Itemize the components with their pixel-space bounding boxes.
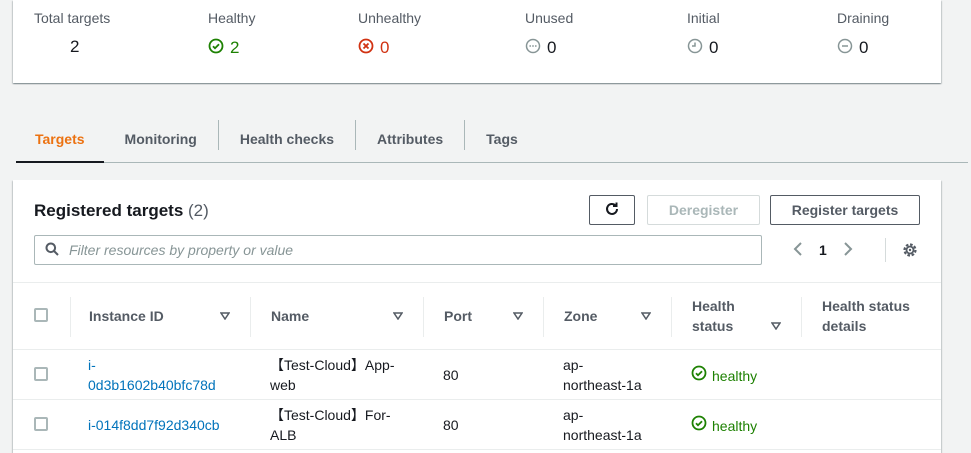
column-divider <box>801 297 802 337</box>
target-zone: ap- northeast-1a <box>563 355 642 395</box>
refresh-button[interactable] <box>589 195 635 225</box>
target-name-line2: web <box>270 377 296 393</box>
stat-unused-value: 0 <box>547 38 557 57</box>
sort-down-icon[interactable] <box>220 283 230 349</box>
column-details-line2: details <box>822 318 867 334</box>
registered-targets-count: (2) <box>188 201 209 220</box>
stat-unhealthy: Unhealthy 0 <box>358 10 421 58</box>
tab-tags[interactable]: Tags <box>465 116 539 162</box>
instance-id-line2: 0d3b1602b40bfc78d <box>88 377 216 393</box>
filter-search-input[interactable] <box>69 242 729 258</box>
sort-down-icon[interactable] <box>513 283 523 349</box>
row-checkbox[interactable] <box>34 417 48 431</box>
table-row[interactable]: i- 0d3b1602b40bfc78d 【Test-Cloud】App- we… <box>13 350 941 400</box>
register-targets-button[interactable]: Register targets <box>770 195 920 225</box>
stat-draining: Draining 0 <box>837 10 889 58</box>
chevron-right-icon[interactable] <box>843 241 853 260</box>
target-name: 【Test-Cloud】For- ALB <box>270 405 391 445</box>
health-status-text: healthy <box>712 417 758 434</box>
sort-down-icon[interactable] <box>641 283 651 349</box>
column-health-status-line2: status <box>692 318 734 334</box>
clock-icon <box>687 38 703 58</box>
tab-bar: Targets Monitoring Health checks Attribu… <box>16 116 968 163</box>
stat-initial-value: 0 <box>709 38 719 57</box>
target-zone: ap- northeast-1a <box>563 405 642 445</box>
page-number[interactable]: 1 <box>819 242 827 258</box>
table-header: Instance ID Name Port Zone Health status… <box>13 282 941 350</box>
target-name-line2: ALB <box>270 427 297 443</box>
target-port: 80 <box>443 417 459 433</box>
column-zone[interactable]: Zone <box>564 283 597 349</box>
tab-monitoring[interactable]: Monitoring <box>104 116 218 162</box>
column-divider <box>543 297 544 337</box>
select-all-checkbox[interactable] <box>34 308 48 322</box>
column-health-status[interactable]: Health status <box>692 283 735 349</box>
stat-draining-label: Draining <box>837 10 890 26</box>
health-status-text: healthy <box>712 367 758 384</box>
row-checkbox[interactable] <box>34 367 48 381</box>
column-health-status-line1: Health <box>692 298 735 314</box>
deregister-button[interactable]: Deregister <box>647 195 760 225</box>
registered-targets-card: Registered targets (2) Deregister Regist… <box>13 180 941 453</box>
filter-search-box[interactable] <box>34 235 762 265</box>
instance-id-line1: i-014f8dd7f92d340cb <box>88 417 220 433</box>
stat-unused-label: Unused <box>525 10 574 26</box>
target-zone-line2: northeast-1a <box>563 377 642 393</box>
stat-total-value: 2 <box>70 37 80 56</box>
target-name-line1: 【Test-Cloud】App- <box>270 357 395 373</box>
stat-total-label: Total targets <box>34 10 111 26</box>
x-circle-icon <box>358 38 374 58</box>
target-name: 【Test-Cloud】App- web <box>270 355 395 395</box>
column-details-line1: Health status <box>822 298 910 314</box>
pagination-divider <box>885 238 886 262</box>
tab-targets[interactable]: Targets <box>16 116 104 163</box>
health-status: healthy <box>691 365 757 386</box>
target-zone-line2: northeast-1a <box>563 427 642 443</box>
stat-draining-value: 0 <box>859 38 869 57</box>
sort-down-icon[interactable] <box>393 283 403 349</box>
stat-initial: Initial 0 <box>687 10 720 58</box>
check-circle-icon <box>691 365 707 386</box>
stat-initial-label: Initial <box>687 10 720 26</box>
column-divider <box>70 297 71 337</box>
stat-unhealthy-value: 0 <box>380 38 390 57</box>
health-status: healthy <box>691 415 757 436</box>
stat-healthy-label: Healthy <box>208 10 256 26</box>
stat-unused: Unused 0 <box>525 10 573 58</box>
target-summary-card: Total targets 2 Healthy 2 Unhealthy 0 Un… <box>13 0 941 83</box>
gear-icon[interactable] <box>901 241 919 262</box>
registered-targets-title: Registered targets <box>34 201 184 220</box>
instance-id-line1: i- <box>88 357 96 373</box>
column-divider <box>423 297 424 337</box>
check-circle-icon <box>208 38 224 58</box>
column-health-status-details[interactable]: Health status details <box>822 283 910 349</box>
search-icon <box>45 242 59 259</box>
column-port[interactable]: Port <box>444 283 472 349</box>
target-name-line1: 【Test-Cloud】For- <box>270 407 391 423</box>
stat-healthy-value: 2 <box>230 38 240 57</box>
stat-healthy: Healthy 2 <box>208 10 255 58</box>
minus-circle-icon <box>837 38 853 58</box>
column-divider <box>671 297 672 337</box>
instance-id-link[interactable]: i-014f8dd7f92d340cb <box>88 415 220 435</box>
table-row[interactable]: i-014f8dd7f92d340cb 【Test-Cloud】For- ALB… <box>13 400 941 450</box>
chevron-left-icon[interactable] <box>793 241 803 260</box>
stat-unhealthy-label: Unhealthy <box>358 10 422 26</box>
check-circle-icon <box>691 415 707 436</box>
column-instance-id[interactable]: Instance ID <box>89 283 164 349</box>
refresh-icon <box>603 200 621 221</box>
instance-id-link[interactable]: i- 0d3b1602b40bfc78d <box>88 355 216 395</box>
target-zone-line1: ap- <box>563 407 584 423</box>
column-name[interactable]: Name <box>271 283 309 349</box>
tab-attributes[interactable]: Attributes <box>356 116 464 162</box>
registered-targets-heading: Registered targets (2) <box>34 201 209 221</box>
target-zone-line1: ap- <box>563 357 584 373</box>
tab-health-checks[interactable]: Health checks <box>219 116 355 162</box>
target-port: 80 <box>443 367 459 383</box>
ellipsis-circle-icon <box>525 38 541 58</box>
stat-total: Total targets 2 <box>34 10 110 56</box>
pagination: 1 <box>793 238 853 262</box>
column-divider <box>250 297 251 337</box>
